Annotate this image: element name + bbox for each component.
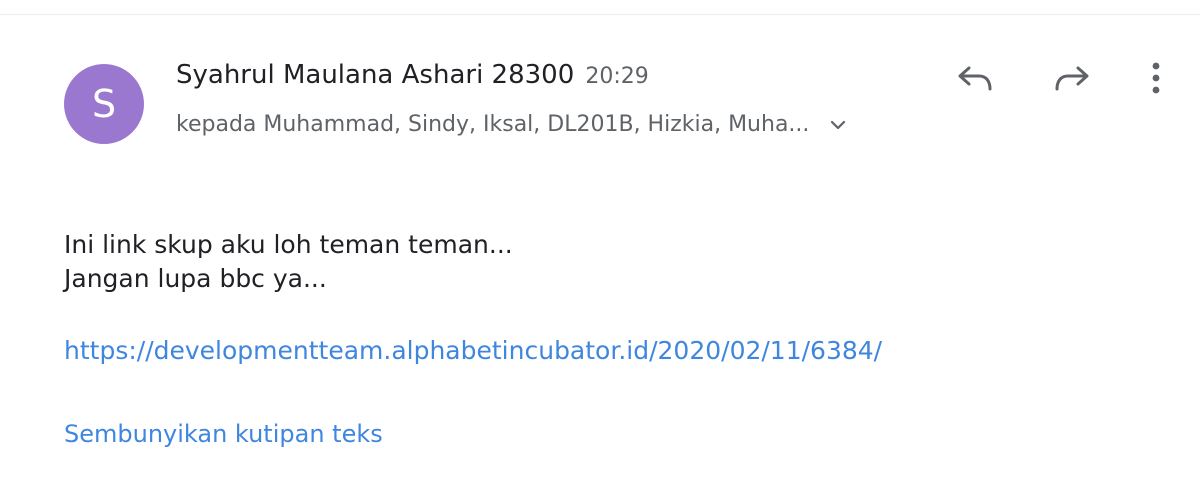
message-body: Ini link skup aku loh teman teman... Jan…: [64, 228, 513, 296]
sender-line: Syahrul Maulana Ashari 28300 20:29: [176, 60, 649, 90]
top-divider: [0, 14, 1200, 15]
forward-icon: [1052, 62, 1092, 98]
more-options-button[interactable]: [1134, 58, 1178, 102]
forward-button[interactable]: [1050, 58, 1094, 102]
recipients-toggle[interactable]: kepada Muhammad, Sindy, Iksal, DL201B, H…: [176, 112, 849, 137]
sender-name[interactable]: Syahrul Maulana Ashari 28300: [176, 60, 574, 90]
reply-icon: [955, 62, 995, 98]
chevron-down-icon[interactable]: [827, 114, 849, 136]
avatar[interactable]: S: [64, 64, 144, 144]
message-line: Ini link skup aku loh teman teman...: [64, 230, 513, 259]
recipients-text: kepada Muhammad, Sindy, Iksal, DL201B, H…: [176, 112, 810, 137]
avatar-initial: S: [91, 82, 117, 126]
message-link[interactable]: https://developmentteam.alphabetincubato…: [64, 336, 882, 365]
more-vert-icon: [1150, 60, 1162, 100]
message-line: Jangan lupa bbc ya...: [64, 264, 327, 293]
timestamp: 20:29: [585, 64, 649, 89]
hide-quoted-text-link[interactable]: Sembunyikan kutipan teks: [64, 420, 383, 448]
reply-button[interactable]: [953, 58, 997, 102]
